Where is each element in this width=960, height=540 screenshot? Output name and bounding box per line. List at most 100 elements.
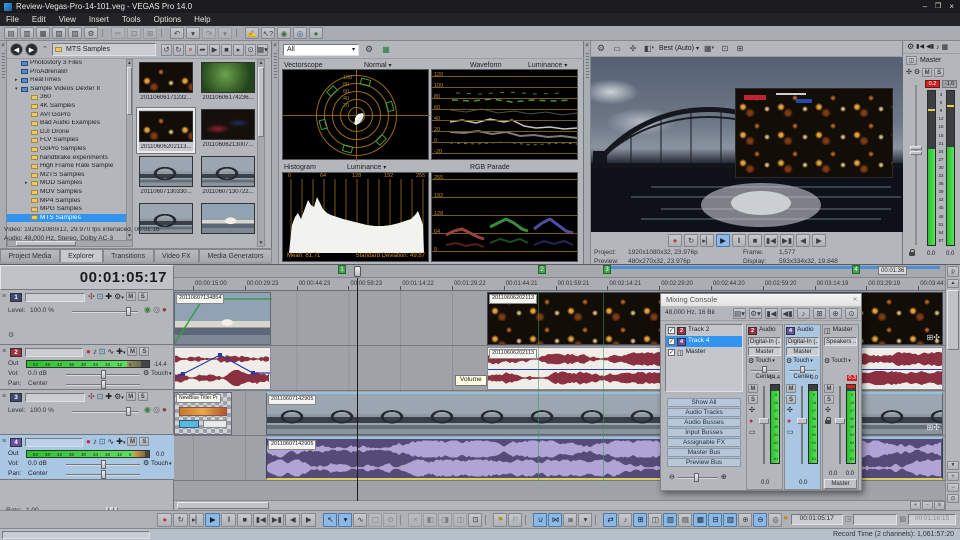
tree-item-gopro-samples[interactable]: GoPro Samples: [7, 145, 133, 154]
timecode-display[interactable]: 00:01:05:17: [0, 265, 174, 290]
tree-item-360[interactable]: 360: [7, 93, 133, 102]
tab-project-media[interactable]: Project Media: [0, 249, 60, 262]
whats-this-help-icon[interactable]: ↖?: [261, 27, 275, 39]
fx-icon[interactable]: ✣: [906, 69, 912, 76]
track-drag-handle[interactable]: ≡: [2, 393, 8, 402]
tree-item-handbrake-experiments[interactable]: handbrake experiments: [7, 154, 133, 163]
project-properties-icon[interactable]: ⚙: [595, 43, 607, 55]
strip-pan[interactable]: [785, 366, 820, 374]
track-2-pan-handle[interactable]: [101, 380, 106, 389]
play[interactable]: ▶: [205, 513, 220, 527]
go-to-end[interactable]: ▶▮: [780, 234, 794, 247]
zoom-out-time-icon[interactable]: −: [922, 501, 933, 510]
loop-playback[interactable]: ↻: [173, 513, 188, 527]
track-1-level-handle[interactable]: [126, 307, 131, 316]
timeline-hscrollbar[interactable]: + − ⊙: [174, 500, 945, 510]
happy-otter-icon[interactable]: ◎: [293, 27, 307, 39]
gear-icon[interactable]: ⚙: [914, 69, 920, 76]
open-project-icon[interactable]: ▥: [20, 27, 34, 39]
overlays-icon[interactable]: ▦▾: [702, 43, 716, 55]
automation-settings-icon[interactable]: ⚙▾: [114, 393, 124, 401]
stop[interactable]: ■: [237, 513, 252, 527]
tree-item-mts-samples[interactable]: MTS Samples: [7, 214, 133, 223]
delete-button[interactable]: ×: [408, 513, 422, 527]
undo-icon[interactable]: ↶: [170, 27, 184, 39]
timeline-marker-3[interactable]: 3: [603, 265, 611, 274]
update-scopes-icon[interactable]: ▦: [379, 44, 393, 56]
master-clip-right[interactable]: -1.0: [942, 80, 957, 88]
track-motion-icon[interactable]: ✣: [88, 393, 95, 401]
track-2-name-field[interactable]: [25, 348, 83, 357]
track-2-vol-handle[interactable]: [101, 370, 106, 379]
track-header-1[interactable]: ≡ 1 ✣ ⊡ ✚ ⚙▾ M S Level: 100.0 % ◉ ◎: [0, 290, 174, 345]
selection-start-field[interactable]: [853, 514, 897, 525]
insert-bus-icon[interactable]: ⊕: [829, 308, 842, 319]
next-frame[interactable]: ▶: [301, 513, 316, 527]
zoom-in-time-icon[interactable]: +: [910, 501, 921, 510]
pan-handle[interactable]: [762, 366, 767, 373]
interactive-tutorials-icon[interactable]: ✍: [245, 27, 259, 39]
normal-edit-tool[interactable]: ↖: [323, 513, 337, 527]
views-icon[interactable]: ▦▾: [257, 44, 268, 56]
tree-item-mod-samples[interactable]: ▸MOD Samples: [7, 179, 133, 188]
playhead-line[interactable]: [357, 278, 358, 501]
up-folder-icon[interactable]: ⌃: [40, 44, 50, 56]
minimize-button[interactable]: –: [923, 3, 927, 11]
tree-vscrollbar[interactable]: ▲ ▼: [126, 59, 133, 240]
volume-envelope[interactable]: [175, 348, 270, 389]
media-thumbnail[interactable]: 20110607130722...: [199, 155, 257, 200]
event-pan-crop-icon[interactable]: ⊞✣: [927, 334, 940, 342]
fader-handle[interactable]: [759, 418, 769, 424]
track-fx-icon[interactable]: ⊡: [99, 348, 106, 356]
fader-handle[interactable]: [835, 418, 845, 424]
pan-handle[interactable]: [800, 366, 805, 373]
address-box[interactable]: MTS Samples: [52, 43, 156, 56]
copy-snapshot-icon[interactable]: ⊡: [719, 43, 731, 55]
input-icon[interactable]: ▭: [749, 429, 756, 436]
edit-tool-dropdown[interactable]: ▾: [338, 513, 352, 527]
split-button[interactable]: ◫: [453, 513, 467, 527]
strip-output-select[interactable]: Master: [748, 347, 781, 356]
strip-output-select[interactable]: Master: [786, 347, 819, 356]
downmix-icon[interactable]: ▮◀: [765, 308, 778, 319]
zoom-edit-tool[interactable]: ⊙: [383, 513, 397, 527]
histogram-mode-dropdown[interactable]: Luminance ▾: [347, 164, 386, 171]
zoom-tool-icon[interactable]: ⊙: [947, 494, 959, 503]
play-from-start[interactable]: ▸▏: [189, 513, 204, 527]
strip-input-select[interactable]: Digital-In (...: [748, 337, 781, 346]
track-fx-icon[interactable]: ⊡: [99, 438, 106, 446]
track-1-automation-icon[interactable]: ⚙: [8, 332, 14, 339]
project-media-button[interactable]: ▤: [678, 513, 692, 527]
edit-details-button[interactable]: p: [947, 266, 959, 277]
track-1-mute-button[interactable]: M: [126, 292, 136, 301]
checkbox-icon[interactable]: ✓: [668, 349, 675, 356]
strip-input-select[interactable]: Digital-In (...: [786, 337, 819, 346]
scopes-pane-grip[interactable]: ×: [272, 41, 279, 264]
mute-output-icon[interactable]: ♪: [797, 308, 810, 319]
media-thumbnail[interactable]: 20110606171232...: [137, 61, 195, 106]
track-4-solo-button[interactable]: S: [139, 437, 149, 446]
favorites-icon[interactable]: ➦: [197, 44, 208, 56]
media-generators-button[interactable]: ⊕: [738, 513, 752, 527]
insert-assignable-fx-icon[interactable]: ⊙: [845, 308, 858, 319]
maximize-button[interactable]: ❒: [935, 3, 941, 11]
automation-mode-icon[interactable]: ⚙: [143, 460, 149, 467]
track-4-vol-handle[interactable]: [101, 460, 106, 469]
media-thumbnail[interactable]: 20110606202113...: [137, 108, 195, 153]
mixer-view-assignable-fx[interactable]: Assignable FX: [667, 438, 741, 447]
scroll-down-icon[interactable]: ▼: [947, 461, 959, 470]
paste-icon[interactable]: ⊞: [143, 27, 157, 39]
back-icon[interactable]: ◀: [10, 43, 23, 56]
forward-icon[interactable]: ▶: [25, 43, 38, 56]
redo-dropdown-icon[interactable]: ▾: [218, 27, 232, 39]
scroll-thumb[interactable]: [947, 290, 959, 350]
enable-snapping-button[interactable]: ∪: [533, 513, 547, 527]
checkbox-icon[interactable]: ✓: [668, 338, 675, 345]
strip-automation[interactable]: ⚙Touch▾: [747, 356, 782, 366]
downmix-icon[interactable]: ▮◀: [916, 44, 924, 50]
mixer-strip-4[interactable]: 4AudioDigital-In (...Master⚙Touch▾Center…: [784, 324, 821, 490]
automation-mode-icon[interactable]: ⚙: [143, 370, 149, 377]
strip-mute-button[interactable]: M: [786, 384, 796, 393]
track-motion-icon[interactable]: ✣: [88, 293, 95, 301]
mixer-view-input-busses[interactable]: Input Busses: [667, 428, 741, 437]
